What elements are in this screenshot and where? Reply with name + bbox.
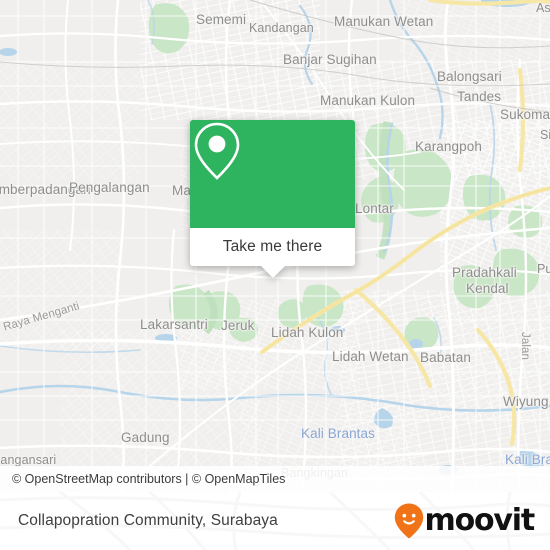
popup-icon-area: [190, 120, 355, 228]
moovit-logo[interactable]: moovit: [394, 503, 536, 539]
map-attribution-bar: © OpenStreetMap contributors | © OpenMap…: [0, 466, 550, 492]
map-pin-icon: [194, 122, 240, 180]
take-me-there-label: Take me there: [222, 238, 323, 255]
take-me-there-button[interactable]: Take me there: [190, 228, 355, 278]
popup-tail-pointer: [260, 266, 285, 278]
moovit-smiley-pin-icon: [394, 503, 423, 539]
map-canvas[interactable]: Sememi Kandangan Manukan Wetan Banjar Sugih…: [0, 0, 550, 492]
place-popup-card[interactable]: Take me there: [190, 120, 355, 278]
place-title: Collapopration Community, Surabaya: [18, 512, 278, 529]
map-screen: Sememi Kandangan Manukan Wetan Banjar Sugih…: [0, 0, 550, 550]
attribution-text[interactable]: © OpenStreetMap contributors | © OpenMap…: [12, 472, 285, 486]
moovit-wordmark: moovit: [424, 503, 536, 538]
footer-bar: Collapopration Community, Surabaya moovi…: [0, 492, 550, 550]
